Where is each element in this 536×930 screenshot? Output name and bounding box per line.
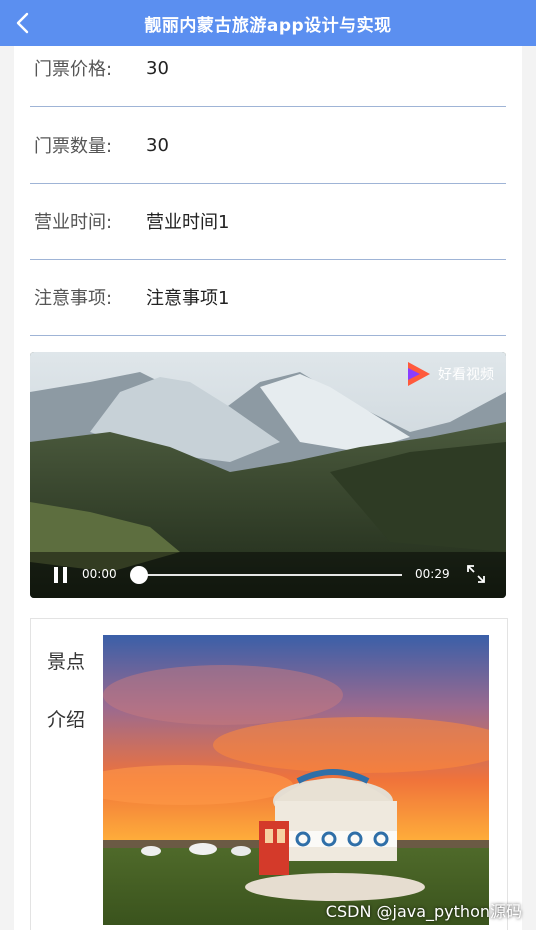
current-time: 00:00	[82, 567, 117, 581]
business-hours-value: 营业时间1	[146, 212, 230, 233]
fullscreen-icon	[467, 565, 485, 583]
page-title: 靓丽内蒙古旅游app设计与实现	[144, 15, 392, 36]
progress-thumb[interactable]	[130, 566, 148, 584]
video-controls: 00:00 00:29	[30, 552, 506, 598]
detail-panel: 门票价格: 30 门票数量: 30 营业时间: 营业时间1 注意事项: 注意事项…	[14, 46, 522, 930]
intro-card: 景点 介绍	[30, 618, 508, 930]
ticket-count-label: 门票数量:	[34, 136, 113, 157]
pause-icon	[54, 567, 67, 583]
ticket-count-row: 门票数量: 30	[30, 107, 506, 184]
business-hours-row: 营业时间: 营业时间1	[30, 183, 506, 260]
progress-track[interactable]	[130, 566, 402, 584]
ticket-price-value: 30	[146, 57, 169, 79]
play-logo-icon	[408, 362, 430, 386]
app-header: 靓丽内蒙古旅游app设计与实现	[0, 0, 536, 46]
watermark-text: 好看视频	[438, 367, 494, 383]
ticket-price-row: 门票价格: 30	[30, 46, 506, 107]
ticket-count-value: 30	[146, 134, 169, 156]
pause-button[interactable]	[50, 565, 72, 585]
fullscreen-button[interactable]	[466, 564, 486, 584]
yurt-scene-illustration	[103, 635, 489, 925]
video-player[interactable]: 好看视频 00:00 00:29	[30, 352, 506, 598]
notes-value: 注意事项1	[146, 288, 230, 309]
notes-label: 注意事项:	[34, 288, 113, 309]
notes-row: 注意事项: 注意事项1	[30, 259, 506, 336]
yurt-sunset-image	[103, 635, 489, 925]
chevron-left-icon	[16, 12, 29, 34]
business-hours-label: 营业时间:	[34, 212, 113, 233]
intro-label-line2: 介绍	[47, 709, 86, 731]
intro-label: 景点 介绍	[47, 633, 95, 749]
video-watermark: 好看视频	[406, 360, 494, 388]
duration-time: 00:29	[415, 567, 450, 581]
ticket-price-label: 门票价格:	[34, 59, 113, 80]
intro-label-line1: 景点	[47, 651, 86, 673]
back-button[interactable]	[10, 10, 36, 36]
csdn-watermark: CSDN @java_python源码	[325, 902, 522, 921]
